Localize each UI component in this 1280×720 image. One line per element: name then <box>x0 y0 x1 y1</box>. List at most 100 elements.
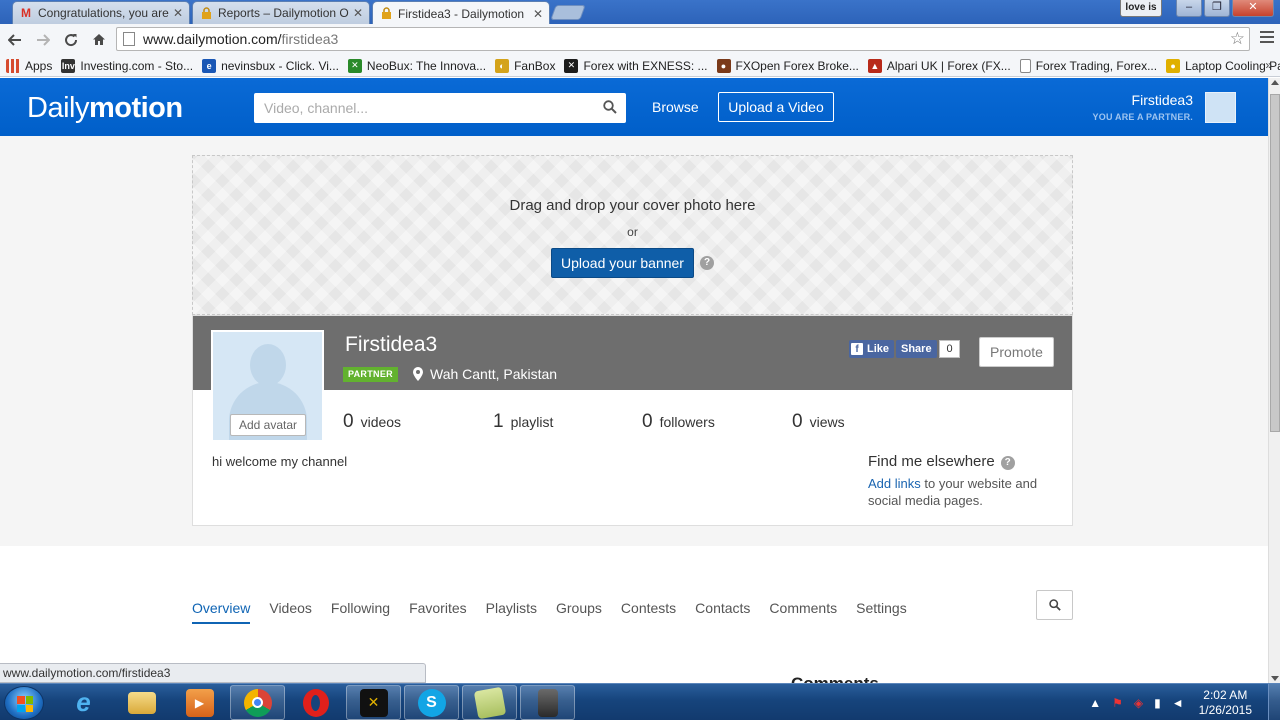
tab-close-icon[interactable]: ✕ <box>353 6 363 20</box>
bookmark-item[interactable]: Forex Trading, Forex... <box>1019 58 1157 73</box>
tab-playlists[interactable]: Playlists <box>486 600 537 624</box>
browse-link[interactable]: Browse <box>652 99 699 115</box>
taskbar-tool[interactable] <box>520 685 575 720</box>
header-avatar[interactable] <box>1205 92 1236 123</box>
facebook-like-button[interactable]: f Like <box>849 340 895 358</box>
taskbar-opera[interactable] <box>288 685 343 720</box>
maximize-button[interactable]: ❐ <box>1204 0 1230 17</box>
show-desktop-button[interactable] <box>1268 684 1280 720</box>
taskbar-media-player[interactable]: ▶ <box>172 685 227 720</box>
bookmark-item[interactable]: Apps <box>6 58 52 73</box>
tab-close-icon[interactable]: ✕ <box>173 6 183 20</box>
bookmark-item[interactable]: ▲ Alpari UK | Forex (FX... <box>867 58 1011 73</box>
tab-settings[interactable]: Settings <box>856 600 907 624</box>
location-pin-icon <box>413 367 423 381</box>
taskbar-exness[interactable]: ✕ <box>346 685 401 720</box>
show-hidden-icons[interactable]: ▲ <box>1089 696 1101 710</box>
partner-badge: PARTNER <box>343 367 398 382</box>
start-button[interactable] <box>4 686 44 720</box>
tab-search-button[interactable] <box>1036 590 1073 620</box>
bookmark-item[interactable]: ● FXOpen Forex Broke... <box>716 58 859 73</box>
bookmark-item[interactable]: ●Laptop Cooling Pad... <box>1166 58 1280 73</box>
add-avatar-button[interactable]: Add avatar <box>230 414 306 436</box>
scrollbar-thumb[interactable] <box>1270 94 1280 432</box>
system-clock[interactable]: 2:02 AM 1/26/2015 <box>1199 688 1252 718</box>
tab-comments[interactable]: Comments <box>769 600 837 624</box>
scroll-down-icon[interactable] <box>1271 676 1279 681</box>
close-window-button[interactable]: ✕ <box>1232 0 1274 17</box>
volume-icon[interactable]: ◄ <box>1172 696 1184 710</box>
cover-photo-dropzone[interactable]: Drag and drop your cover photo here or U… <box>192 155 1073 315</box>
add-links-link[interactable]: Add links <box>868 476 921 491</box>
tab-contacts[interactable]: Contacts <box>695 600 750 624</box>
tab-following[interactable]: Following <box>331 600 390 624</box>
tab-contests[interactable]: Contests <box>621 600 676 624</box>
browser-tab-active[interactable]: Firstidea3 - Dailymotion ✕ <box>372 1 550 25</box>
reload-button[interactable] <box>58 27 84 53</box>
profile-button[interactable]: love is <box>1120 0 1162 17</box>
bookmark-label: NeoBux: The Innova... <box>366 58 487 73</box>
upload-video-button[interactable]: Upload a Video <box>718 92 834 122</box>
lock-icon <box>199 6 213 20</box>
security-icon[interactable]: ◈ <box>1134 696 1143 710</box>
taskbar-file-explorer[interactable] <box>114 685 169 720</box>
network-signal-icon[interactable]: ▮ <box>1154 696 1161 710</box>
page-scrollbar[interactable] <box>1268 78 1280 683</box>
user-menu[interactable]: Firstidea3 YOU ARE A PARTNER. <box>1093 92 1193 122</box>
tab-close-icon[interactable]: ✕ <box>533 7 543 21</box>
opera-icon <box>302 688 329 717</box>
taskbar-notes[interactable] <box>462 685 517 720</box>
bookmark-star-icon[interactable]: ☆ <box>1230 29 1245 49</box>
action-center-flag-icon[interactable]: ⚑ <box>1112 696 1123 710</box>
scroll-up-icon[interactable] <box>1271 80 1279 85</box>
bookmark-item[interactable]: Inv Investing.com - Sto... <box>61 58 193 73</box>
tab-videos[interactable]: Videos <box>269 600 312 624</box>
facebook-share-count: 0 <box>939 340 960 358</box>
folder-icon <box>127 691 156 714</box>
dailymotion-logo[interactable]: Dailymotion <box>27 92 183 125</box>
stat-playlist[interactable]: 1 playlist <box>493 411 553 433</box>
facebook-share-button[interactable]: Share <box>896 340 937 358</box>
neobux-icon: ✕ <box>347 58 362 73</box>
search-icon[interactable] <box>603 100 617 114</box>
system-tray: ▲ ⚑ ◈ ▮ ◄ 2:02 AM 1/26/2015 <box>1089 684 1280 720</box>
browser-status-bar: www.dailymotion.com/firstidea3 <box>0 663 426 683</box>
bookmarks-overflow-icon[interactable]: » <box>1265 58 1272 72</box>
bookmark-label: Alpari UK | Forex (FX... <box>886 58 1011 73</box>
profile-avatar[interactable]: Add avatar <box>211 330 324 442</box>
back-button[interactable] <box>2 27 28 53</box>
bookmark-item[interactable]: ✕ Forex with EXNESS: ... <box>564 58 708 73</box>
address-bar[interactable]: www.dailymotion.com/firstidea3 ☆ <box>116 27 1250 51</box>
upload-banner-button[interactable]: Upload your banner <box>551 248 694 278</box>
minimize-button[interactable]: – <box>1176 0 1202 17</box>
new-tab-button[interactable] <box>550 5 586 20</box>
internet-explorer-icon: e <box>76 687 91 717</box>
inv-icon: Inv <box>61 58 76 73</box>
help-icon[interactable]: ? <box>700 256 714 270</box>
browser-tab-reports[interactable]: Reports – Dailymotion Off ✕ <box>192 1 370 24</box>
stat-videos[interactable]: 0 videos <box>343 411 401 433</box>
taskbar-skype[interactable]: S <box>404 685 459 720</box>
tab-groups[interactable]: Groups <box>556 600 602 624</box>
bookmark-item[interactable]: e nevinsbux - Click. Vi... <box>202 58 339 73</box>
home-button[interactable] <box>86 27 112 53</box>
browser-tab-gmail[interactable]: M Congratulations, you are n ✕ <box>12 1 190 24</box>
taskbar-chrome[interactable] <box>230 685 285 720</box>
lock-icon <box>379 7 393 21</box>
user-name[interactable]: Firstidea3 <box>1093 92 1193 108</box>
stat-followers[interactable]: 0 followers <box>642 411 715 433</box>
help-icon[interactable]: ? <box>1000 455 1015 470</box>
search-input[interactable] <box>264 100 594 116</box>
bookmark-item[interactable]: ◐ FanBox <box>495 58 555 73</box>
taskbar-internet-explorer[interactable]: e <box>56 685 111 720</box>
tab-overview[interactable]: Overview <box>192 600 251 624</box>
promote-button[interactable]: Promote <box>979 337 1054 367</box>
profile-name: Firstidea3 <box>345 333 438 356</box>
forward-button[interactable] <box>30 27 56 53</box>
bookmark-item[interactable]: ✕ NeoBux: The Innova... <box>347 58 487 73</box>
partner-note: YOU ARE A PARTNER. <box>1092 112 1193 122</box>
chrome-menu-icon[interactable] <box>1260 31 1274 46</box>
notes-icon <box>473 686 506 719</box>
tab-favorites[interactable]: Favorites <box>409 600 467 624</box>
fxopen-icon: ● <box>716 58 731 73</box>
